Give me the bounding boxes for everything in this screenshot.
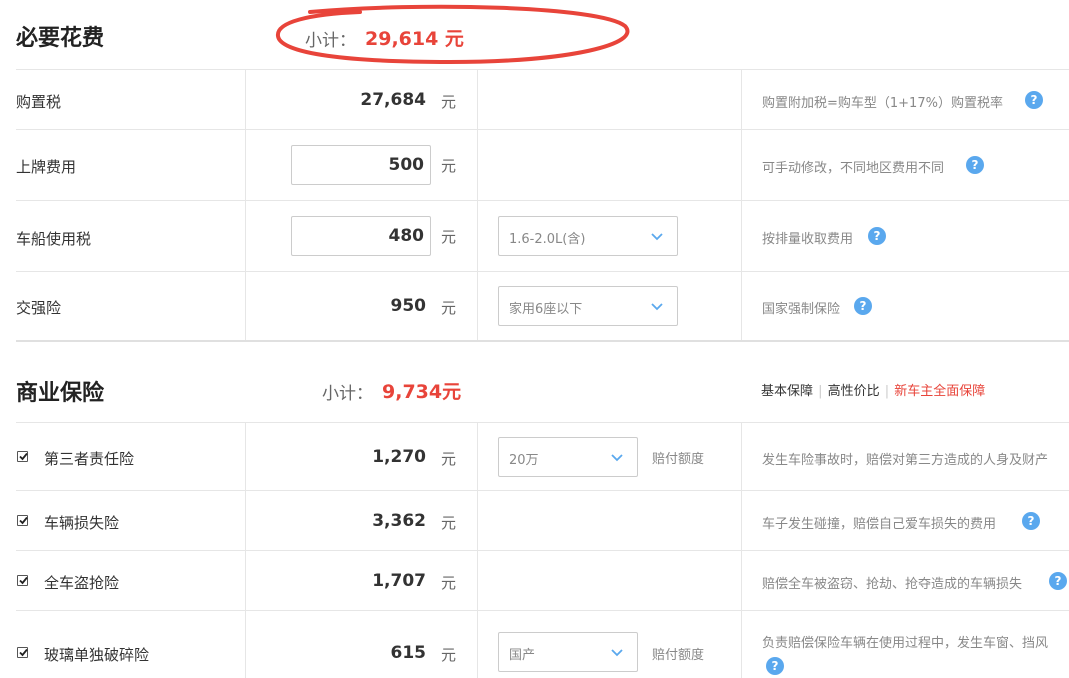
displacement-select-value: 1.6-2.0L(含) bbox=[509, 232, 586, 247]
note-compulsory-insurance: 国家强制保险 bbox=[762, 302, 841, 317]
tab-value[interactable]: 高性价比 bbox=[828, 384, 880, 399]
chevron-down-icon bbox=[611, 454, 623, 462]
unit-label: 元 bbox=[441, 93, 457, 111]
commercial-section-title: 商业保险 bbox=[16, 381, 105, 406]
note-third-party: 发生车险事故时，赔偿对第三方造成的人身及财产 bbox=[762, 453, 1049, 468]
checkmark-icon bbox=[19, 452, 28, 461]
amount-third-party: 1,270 bbox=[372, 447, 426, 467]
amount-purchase-tax: 27,684 bbox=[360, 90, 426, 110]
required-section-title: 必要花费 bbox=[16, 26, 105, 51]
third-party-checkbox[interactable] bbox=[17, 451, 28, 462]
unit-label: 元 bbox=[441, 157, 457, 175]
note-theft: 赔偿全车被盗窃、抢劫、抢夺造成的车辆损失 bbox=[762, 577, 1023, 592]
vehicle-tax-input[interactable] bbox=[292, 217, 430, 255]
unit-label: 元 bbox=[441, 646, 457, 664]
divider bbox=[16, 550, 1069, 551]
glass-origin-select[interactable]: 国产 bbox=[498, 632, 638, 672]
divider bbox=[16, 490, 1069, 491]
coverage-amount-select-value: 20万 bbox=[509, 453, 539, 468]
chevron-down-icon bbox=[611, 649, 623, 657]
unit-label: 元 bbox=[441, 299, 457, 317]
tab-full-coverage[interactable]: 新车主全面保障 bbox=[894, 384, 985, 399]
divider bbox=[477, 422, 478, 678]
amount-vehicle-damage: 3,362 bbox=[372, 511, 426, 531]
note-glass: 负责赔偿保险车辆在使用过程中，发生车窗、挡风 bbox=[762, 636, 1049, 651]
help-icon[interactable]: ? bbox=[854, 297, 872, 315]
divider bbox=[16, 610, 1069, 611]
divider bbox=[741, 422, 742, 678]
commercial-subtotal-value: 9,734元 bbox=[382, 381, 462, 403]
row-label-theft: 全车盗抢险 bbox=[44, 574, 120, 592]
divider bbox=[16, 69, 1069, 70]
amount-theft: 1,707 bbox=[372, 571, 426, 591]
section-divider bbox=[16, 340, 1069, 342]
row-label-vehicle-tax: 车船使用税 bbox=[16, 230, 92, 248]
extra-label: 赔付额度 bbox=[652, 648, 705, 663]
note-purchase-tax: 购置附加税=购车型（1+17%）购置税率 bbox=[762, 96, 1003, 111]
row-label-third-party: 第三者责任险 bbox=[44, 450, 135, 468]
help-icon[interactable]: ? bbox=[1022, 512, 1040, 530]
row-label-compulsory-insurance: 交强险 bbox=[16, 299, 62, 317]
divider bbox=[477, 69, 478, 340]
commercial-subtotal-label: 小计： bbox=[322, 384, 373, 404]
red-circle-annotation bbox=[276, 4, 630, 65]
note-vehicle-damage: 车子发生碰撞，赔偿自己爱车损失的费用 bbox=[762, 517, 997, 532]
coverage-amount-select[interactable]: 20万 bbox=[498, 437, 638, 477]
amount-glass: 615 bbox=[390, 643, 427, 663]
unit-label: 元 bbox=[441, 228, 457, 246]
help-icon[interactable]: ? bbox=[868, 227, 886, 245]
amount-compulsory-insurance: 950 bbox=[390, 296, 427, 316]
divider bbox=[245, 69, 246, 340]
chevron-down-icon bbox=[651, 233, 663, 241]
divider bbox=[16, 271, 1069, 272]
displacement-select[interactable]: 1.6-2.0L(含) bbox=[498, 216, 678, 256]
seat-type-select-value: 家用6座以下 bbox=[509, 302, 583, 317]
row-label-glass: 玻璃单独破碎险 bbox=[44, 646, 150, 664]
tab-basic[interactable]: 基本保障 bbox=[761, 384, 813, 399]
row-label-vehicle-damage: 车辆损失险 bbox=[44, 514, 120, 532]
vehicle-tax-input-box[interactable] bbox=[291, 216, 431, 256]
vehicle-damage-checkbox[interactable] bbox=[17, 515, 28, 526]
note-vehicle-tax: 按排量收取费用 bbox=[762, 232, 854, 247]
divider bbox=[741, 69, 742, 340]
unit-label: 元 bbox=[441, 514, 457, 532]
tab-separator: | bbox=[818, 384, 823, 399]
extra-label: 赔付额度 bbox=[652, 452, 705, 467]
help-icon[interactable]: ? bbox=[966, 156, 984, 174]
checkmark-icon bbox=[19, 516, 28, 525]
glass-origin-select-value: 国产 bbox=[509, 648, 536, 663]
help-icon[interactable]: ? bbox=[1049, 572, 1067, 590]
checkmark-icon bbox=[19, 648, 28, 657]
divider bbox=[16, 422, 1069, 423]
row-label-purchase-tax: 购置税 bbox=[16, 93, 62, 111]
package-tabs: 基本保障 | 高性价比 | 新车主全面保障 bbox=[761, 380, 985, 399]
tab-separator: | bbox=[884, 384, 890, 399]
checkmark-icon bbox=[19, 576, 28, 585]
divider bbox=[16, 129, 1069, 130]
help-icon[interactable]: ? bbox=[1025, 91, 1043, 109]
row-label-registration-fee: 上牌费用 bbox=[16, 158, 77, 176]
registration-fee-input[interactable] bbox=[292, 146, 430, 184]
seat-type-select[interactable]: 家用6座以下 bbox=[498, 286, 678, 326]
unit-label: 元 bbox=[441, 574, 457, 592]
divider bbox=[245, 422, 246, 678]
help-icon[interactable]: ? bbox=[766, 657, 784, 675]
registration-fee-input-box[interactable] bbox=[291, 145, 431, 185]
divider bbox=[16, 200, 1069, 201]
unit-label: 元 bbox=[441, 450, 457, 468]
chevron-down-icon bbox=[651, 303, 663, 311]
theft-checkbox[interactable] bbox=[17, 575, 28, 586]
note-registration-fee: 可手动修改，不同地区费用不同 bbox=[762, 161, 945, 176]
glass-checkbox[interactable] bbox=[17, 647, 28, 658]
